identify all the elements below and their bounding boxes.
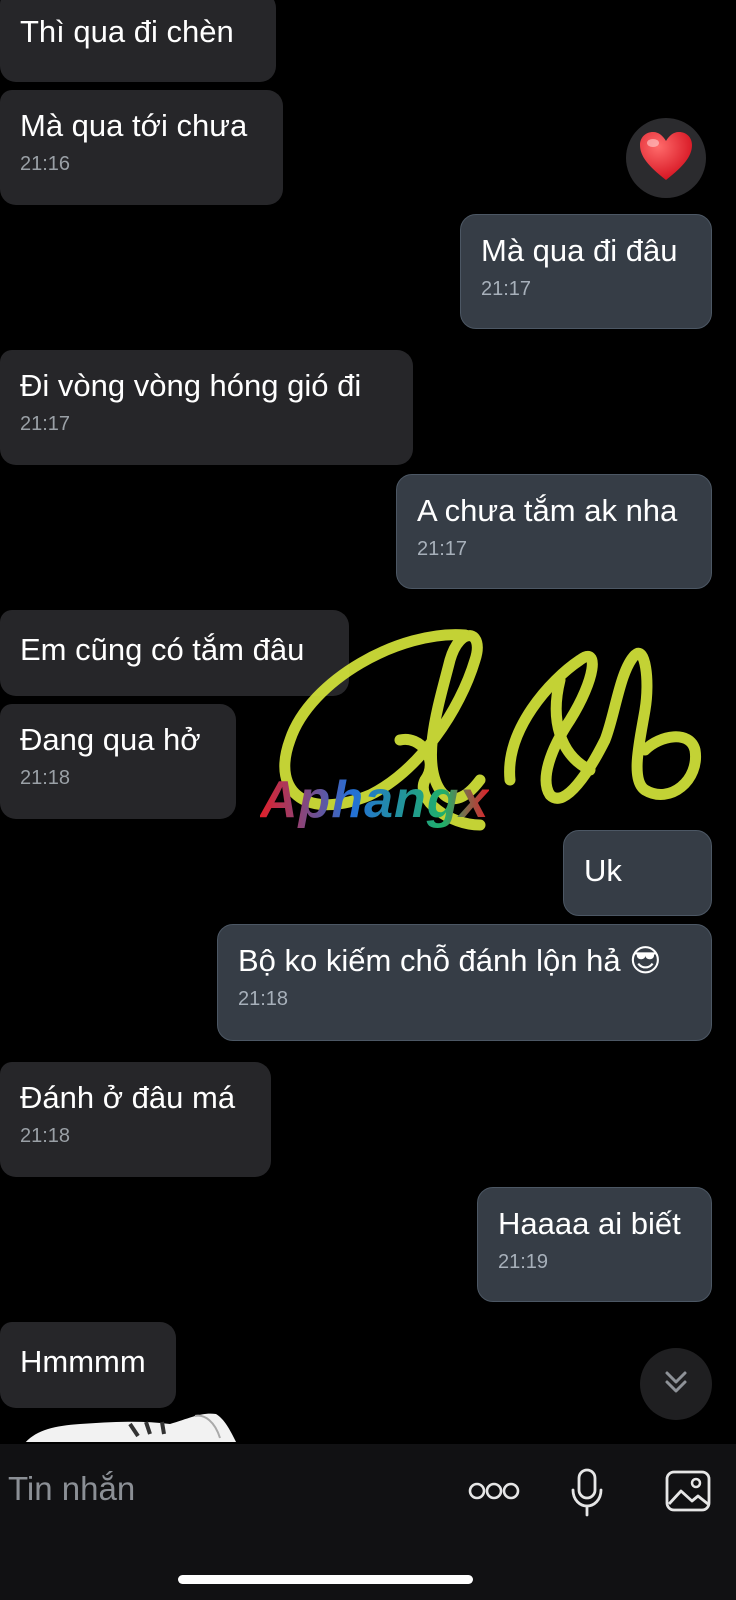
message-time: 21:17 (417, 538, 468, 560)
message-text: Uk (584, 853, 622, 888)
message-time: 21:18 (20, 1125, 71, 1147)
message-time: 21:16 (20, 153, 71, 175)
watermark-logo: Aphangx (260, 771, 490, 829)
chevron-double-down-icon (661, 1367, 691, 1402)
heart-icon (638, 130, 694, 187)
message-time: 21:17 (20, 413, 71, 435)
message-time: 21:17 (481, 278, 532, 300)
message-bubble-incoming[interactable]: Em cũng có tắm đâu (0, 610, 349, 696)
message-text: Đi vòng vòng hóng gió đi (20, 368, 362, 403)
scroll-to-bottom-button[interactable] (640, 1348, 712, 1420)
message-bubble-incoming[interactable]: Hmmmm (0, 1322, 176, 1408)
message-bubble-incoming[interactable]: Đánh ở đâu má 21:18 (0, 1062, 271, 1177)
message-time: 21:18 (238, 988, 289, 1010)
chat-screen: Thì qua đi chèn Mà qua tới chưa 21:16 Mà… (0, 0, 736, 1600)
message-bubble-incoming[interactable]: Đang qua hở 21:18 (0, 704, 236, 819)
image-icon[interactable] (664, 1466, 712, 1516)
message-text: Đánh ở đâu má (20, 1080, 236, 1115)
message-text: Mà qua tới chưa (20, 108, 248, 143)
message-text: Em cũng có tắm đâu (20, 632, 305, 667)
message-reaction[interactable] (626, 118, 706, 198)
message-bubble-outgoing[interactable]: Bộ ko kiếm chỗ đánh lộn hả 😎 21:18 (217, 924, 712, 1041)
message-bubble-outgoing[interactable]: A chưa tắm ak nha 21:17 (396, 474, 712, 589)
message-input[interactable]: Tin nhắn (8, 1470, 135, 1508)
message-text: Đang qua hở (20, 722, 201, 757)
message-bubble-outgoing[interactable]: Uk (563, 830, 712, 916)
message-bubble-incoming[interactable]: Đi vòng vòng hóng gió đi 21:17 (0, 350, 413, 465)
message-text: Mà qua đi đâu (481, 233, 678, 268)
message-text: A chưa tắm ak nha (417, 493, 678, 528)
sticker-preview[interactable] (20, 1410, 240, 1442)
more-dots-icon[interactable] (468, 1466, 520, 1516)
message-text: Thì qua đi chèn (20, 14, 234, 49)
message-time: 21:18 (20, 767, 71, 789)
message-bubble-outgoing[interactable]: Mà qua đi đâu 21:17 (460, 214, 712, 329)
message-time: 21:19 (498, 1251, 549, 1273)
message-bubble-incoming[interactable]: Thì qua đi chèn (0, 0, 276, 82)
message-text: Haaaa ai biết (498, 1206, 681, 1241)
message-text: Bộ ko kiếm chỗ đánh lộn hả 😎 (238, 943, 662, 978)
message-bubble-incoming[interactable]: Mà qua tới chưa 21:16 (0, 90, 283, 205)
microphone-icon[interactable] (568, 1468, 606, 1518)
home-indicator[interactable] (178, 1575, 473, 1584)
message-bubble-outgoing[interactable]: Haaaa ai biết 21:19 (477, 1187, 712, 1302)
message-text: Hmmmm (20, 1344, 146, 1379)
